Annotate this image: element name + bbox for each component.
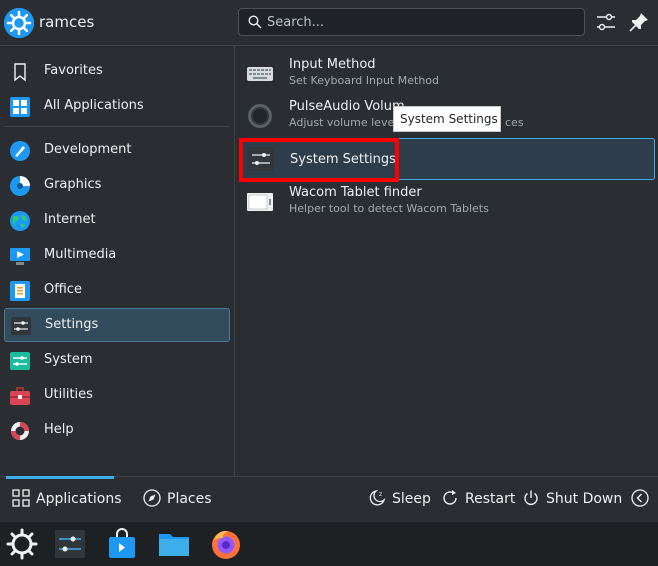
- sidebar-item-multimedia[interactable]: Multimedia: [4, 239, 230, 273]
- globe-icon: [10, 211, 30, 231]
- header-divider: [0, 45, 658, 46]
- toolbox-icon: [10, 387, 30, 405]
- sidebar-separator: [4, 126, 230, 127]
- more-options-button[interactable]: [631, 484, 651, 514]
- volume-knob-icon: [248, 104, 272, 128]
- grid-icon: [12, 489, 30, 507]
- tab-active-indicator: [6, 476, 114, 479]
- sleep-label: Sleep: [392, 491, 431, 507]
- compass-icon: [143, 489, 161, 507]
- avatar[interactable]: [4, 8, 34, 38]
- dolphin-folder-icon[interactable]: [158, 528, 190, 560]
- sidebar-item-label: Office: [44, 282, 82, 297]
- lifebuoy-icon: [11, 422, 29, 440]
- sidebar-item-label: Development: [44, 142, 132, 157]
- sidebar-item-label: Utilities: [44, 387, 93, 402]
- app-description: Adjust volume levels: [289, 116, 404, 129]
- system-settings-icon[interactable]: [54, 528, 86, 560]
- chevron-left-icon: [631, 489, 649, 507]
- grid-icon: [10, 97, 30, 117]
- kde-menu-icon[interactable]: [6, 528, 38, 560]
- sidebar-item-label: Help: [44, 422, 74, 437]
- restart-label: Restart: [465, 491, 516, 507]
- sidebar-item-label: Favorites: [44, 63, 103, 78]
- search-icon: [248, 15, 262, 29]
- tab-applications[interactable]: Applications: [12, 484, 122, 514]
- settings-icon: [11, 317, 31, 335]
- sidebar-divider: [234, 45, 235, 476]
- bookmark-icon: [14, 63, 26, 82]
- tooltip: System Settings: [393, 106, 501, 132]
- moon-icon: z: [369, 489, 386, 506]
- development-icon: [10, 141, 30, 161]
- sidebar-item-graphics[interactable]: Graphics: [4, 169, 230, 203]
- keyboard-icon: [247, 67, 273, 81]
- office-icon: [10, 281, 30, 301]
- search-box[interactable]: [238, 8, 585, 36]
- search-input[interactable]: [267, 13, 567, 31]
- restart-button[interactable]: Restart: [441, 484, 515, 514]
- restart-icon: [443, 490, 457, 505]
- sidebar-item-internet[interactable]: Internet: [4, 204, 230, 238]
- multimedia-icon: [10, 248, 30, 265]
- username: ramces: [39, 13, 95, 31]
- discover-icon[interactable]: [106, 528, 138, 560]
- taskbar: [0, 522, 658, 566]
- highlight-box: [239, 138, 399, 182]
- sidebar-item-settings[interactable]: Settings: [4, 308, 230, 342]
- app-item-input-method[interactable]: Input Method Set Keyboard Input Method: [239, 52, 655, 94]
- app-item-wacom-tablet-finder[interactable]: Wacom Tablet finder Helper tool to detec…: [239, 180, 655, 222]
- svg-text:z: z: [379, 491, 382, 498]
- sidebar-item-help[interactable]: Help: [4, 414, 230, 448]
- sidebar-item-label: All Applications: [44, 98, 144, 113]
- tab-places[interactable]: Places: [143, 484, 213, 514]
- shutdown-button[interactable]: Shut Down: [522, 484, 622, 514]
- app-name: Wacom Tablet finder: [289, 185, 422, 200]
- sidebar-item-system[interactable]: System: [4, 344, 230, 378]
- tab-label: Places: [167, 491, 212, 507]
- sidebar-item-label: Settings: [45, 317, 99, 332]
- sidebar-item-office[interactable]: Office: [4, 274, 230, 308]
- sidebar-item-label: Multimedia: [44, 247, 117, 262]
- app-description-tail: ces: [505, 116, 524, 129]
- pin-icon[interactable]: [627, 10, 651, 34]
- firefox-icon[interactable]: [210, 528, 242, 560]
- tablet-icon: [247, 193, 273, 211]
- system-icon: [10, 352, 30, 370]
- power-icon: [524, 490, 538, 505]
- filter-settings-icon[interactable]: [594, 10, 618, 34]
- sidebar-item-development[interactable]: Development: [4, 134, 230, 168]
- sidebar-item-all-applications[interactable]: All Applications: [4, 90, 230, 124]
- kde-logo-icon: [4, 8, 34, 38]
- sidebar-item-label: Internet: [44, 212, 96, 227]
- graphics-icon: [10, 176, 30, 196]
- tab-label: Applications: [36, 491, 122, 507]
- sidebar-item-label: Graphics: [44, 177, 102, 192]
- shutdown-label: Shut Down: [546, 491, 623, 507]
- sidebar-item-utilities[interactable]: Utilities: [4, 379, 230, 413]
- app-name: PulseAudio Volum: [289, 99, 405, 114]
- sidebar-item-label: System: [44, 352, 93, 367]
- app-name: Input Method: [289, 57, 376, 72]
- app-description: Helper tool to detect Wacom Tablets: [289, 202, 489, 215]
- sidebar-item-favorites[interactable]: Favorites: [4, 55, 230, 89]
- sleep-button[interactable]: z Sleep: [368, 484, 431, 514]
- app-description: Set Keyboard Input Method: [289, 74, 439, 87]
